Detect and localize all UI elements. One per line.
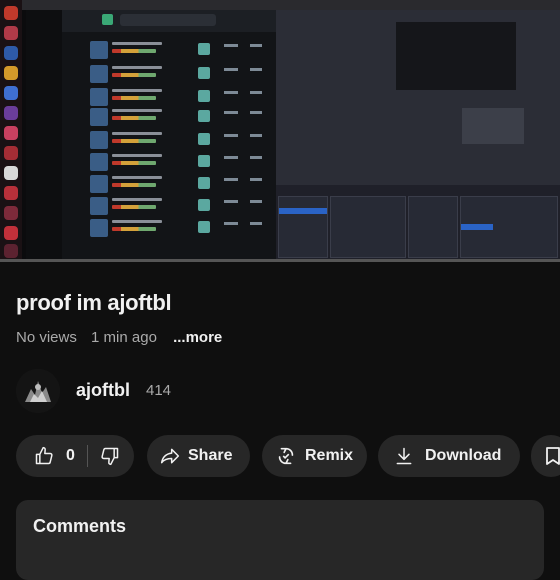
dislike-button[interactable] xyxy=(100,446,120,466)
recorded-active-control xyxy=(461,224,493,230)
share-label: Share xyxy=(188,447,233,464)
view-count: No views xyxy=(16,329,77,346)
download-icon xyxy=(396,447,412,465)
remix-icon xyxy=(278,447,294,465)
channel-avatar[interactable] xyxy=(16,369,60,413)
browser-tab-strip xyxy=(0,0,22,262)
tab-favicon xyxy=(4,186,18,200)
recorded-list-row xyxy=(90,40,272,60)
tab-favicon xyxy=(4,46,18,60)
comments-section[interactable]: Comments xyxy=(16,500,544,580)
like-dislike-group: 0 xyxy=(16,435,134,477)
tab-favicon xyxy=(4,166,18,180)
recorded-list-row xyxy=(90,107,272,127)
video-progress-bar[interactable] xyxy=(0,259,560,262)
video-metadata[interactable]: No views 1 min ago ...more xyxy=(16,329,232,346)
recorded-list-row xyxy=(90,130,272,150)
recorded-list-row xyxy=(90,152,272,172)
recording-menu-bar xyxy=(22,0,560,10)
recorded-list-row xyxy=(90,64,272,84)
recorded-list-row xyxy=(90,196,272,216)
recorded-scenes-dock xyxy=(278,196,328,258)
thumbs-down-icon xyxy=(101,447,119,466)
tab-favicon xyxy=(4,86,18,100)
tab-favicon xyxy=(4,206,18,220)
remix-label: Remix xyxy=(305,447,354,464)
download-button[interactable]: Download xyxy=(378,435,520,477)
comments-title: Comments xyxy=(33,516,127,536)
recorded-sidebar xyxy=(26,10,62,262)
like-divider xyxy=(86,445,88,467)
bookmark-icon xyxy=(546,447,560,465)
tab-favicon xyxy=(4,6,18,20)
video-title: proof im ajoftbl xyxy=(16,290,172,315)
tab-favicon xyxy=(4,126,18,140)
share-arrow-icon xyxy=(160,448,180,464)
recorded-list-row xyxy=(90,174,272,194)
tab-favicon xyxy=(4,226,18,240)
recorded-mixer-dock xyxy=(330,196,406,258)
tab-favicon xyxy=(4,146,18,160)
share-button[interactable]: Share xyxy=(147,435,250,477)
tab-favicon xyxy=(4,106,18,120)
recorded-nested-window xyxy=(396,22,516,90)
avatar-image xyxy=(16,369,60,413)
thumbs-up-icon xyxy=(35,446,53,465)
tab-favicon xyxy=(4,244,18,258)
recorded-nested-dialog xyxy=(462,108,524,144)
tab-favicon xyxy=(4,66,18,80)
more-link[interactable]: ...more xyxy=(173,329,222,346)
recorded-list-row xyxy=(90,218,272,238)
recorded-app-icon xyxy=(102,14,113,25)
save-button[interactable] xyxy=(531,435,560,477)
channel-name[interactable]: ajoftbl xyxy=(76,380,130,401)
video-player[interactable] xyxy=(0,0,560,262)
recorded-transitions-dock xyxy=(408,196,458,258)
download-label: Download xyxy=(425,447,502,464)
subscriber-count: 414 xyxy=(146,382,172,399)
upload-age: 1 min ago xyxy=(91,329,157,346)
like-count: 0 xyxy=(66,447,75,464)
remix-button[interactable]: Remix xyxy=(262,435,367,477)
recorded-active-scene xyxy=(279,208,327,214)
recorded-search-box xyxy=(120,14,216,26)
tab-favicon xyxy=(4,26,18,40)
recorded-list-row xyxy=(90,87,272,107)
like-button[interactable]: 0 xyxy=(34,446,75,466)
